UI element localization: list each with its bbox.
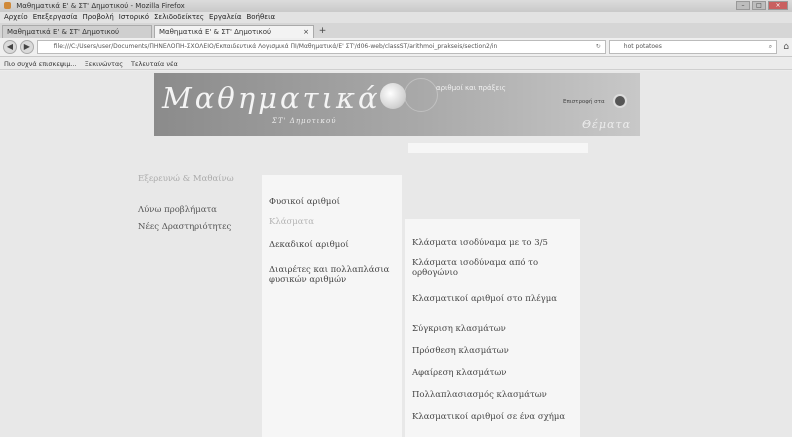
top-strip bbox=[408, 143, 588, 153]
bookmark-latest-news[interactable]: Τελευταία νέα bbox=[131, 58, 178, 69]
fraction-link-grid[interactable]: Κλασματικοί αριθμοί στο πλέγμα bbox=[412, 294, 582, 304]
maximize-icon[interactable]: □ bbox=[752, 1, 766, 10]
close-icon[interactable]: × bbox=[768, 1, 788, 10]
return-label[interactable]: Επιστροφή στα bbox=[563, 99, 605, 105]
mid-nav-decimals[interactable]: Δεκαδικοί αριθμοί bbox=[269, 240, 401, 250]
menu-history[interactable]: Ιστορικό bbox=[119, 12, 149, 23]
home-icon[interactable]: ⌂ bbox=[780, 41, 792, 53]
decorative-ring bbox=[404, 78, 438, 112]
browser-window: Μαθηματικά Ε' & ΣΤ' Δημοτικού - Mozilla … bbox=[0, 0, 792, 437]
search-icon[interactable]: ⌕ bbox=[769, 41, 772, 53]
mid-nav-fractions[interactable]: Κλάσματα bbox=[269, 217, 401, 227]
forward-button[interactable]: ▶ bbox=[19, 40, 34, 54]
fraction-link-compare[interactable]: Σύγκριση κλασμάτων bbox=[412, 324, 582, 334]
menu-bookmarks[interactable]: Σελιδοδείκτες bbox=[154, 12, 204, 23]
menu-bar: Αρχείο Επεξεργασία Προβολή Ιστορικό Σελι… bbox=[0, 12, 792, 23]
menu-tools[interactable]: Εργαλεία bbox=[209, 12, 242, 23]
firefox-icon bbox=[4, 2, 11, 9]
navigation-bar: ◀ ▶ file:///C:/Users/user/Documents/ΠΗΝΕ… bbox=[0, 38, 792, 57]
tab-close-icon[interactable]: × bbox=[303, 26, 309, 38]
fraction-link-shape[interactable]: Κλασματικοί αριθμοί σε ένα σχήμα bbox=[412, 412, 582, 422]
middle-column bbox=[262, 175, 402, 437]
title-bar: Μαθηματικά Ε' & ΣΤ' Δημοτικού - Mozilla … bbox=[0, 0, 792, 12]
tab-label: Μαθηματικά Ε' & ΣΤ' Δημοτικού bbox=[7, 28, 120, 36]
tab-bar: Μαθηματικά Ε' & ΣΤ' Δημοτικού Μαθηματικά… bbox=[0, 23, 792, 38]
mid-nav-natural[interactable]: Φυσικοί αριθμοί bbox=[269, 197, 401, 207]
fraction-link-rectangle[interactable]: Κλάσματα ισοδύναμα από το ορθογώνιο bbox=[412, 258, 582, 278]
search-input[interactable]: hot potatoes ⌕ bbox=[608, 40, 778, 54]
minimize-icon[interactable]: – bbox=[736, 1, 750, 10]
fraction-link-subtraction[interactable]: Αφαίρεση κλασμάτων bbox=[412, 368, 582, 378]
left-nav-activities[interactable]: Νέες Δραστηριότητες bbox=[138, 222, 238, 233]
decorative-orb bbox=[380, 83, 406, 109]
fraction-link-equivalent-3-5[interactable]: Κλάσματα ισοδύναμα με το 3/5 bbox=[412, 238, 582, 248]
new-tab-button[interactable]: + bbox=[316, 26, 329, 38]
reload-icon[interactable]: ↻ bbox=[596, 41, 601, 53]
site-subtitle: ΣΤ' Δημοτικού bbox=[272, 117, 337, 125]
bookmark-getting-started[interactable]: Ξεκινώντας bbox=[85, 58, 123, 69]
menu-view[interactable]: Προβολή bbox=[82, 12, 113, 23]
fraction-link-addition[interactable]: Πρόσθεση κλασμάτων bbox=[412, 346, 582, 356]
bookmark-most-visited[interactable]: Πιο συχνά επισκεψιμ... bbox=[4, 58, 77, 69]
url-text: file:///C:/Users/user/Documents/ΠΗΝΕΛΟΠΗ… bbox=[53, 43, 498, 50]
tab-1[interactable]: Μαθηματικά Ε' & ΣΤ' Δημοτικού bbox=[2, 25, 152, 38]
tab-2-active[interactable]: Μαθηματικά Ε' & ΣΤ' Δημοτικού × bbox=[154, 25, 314, 38]
window-title: Μαθηματικά Ε' & ΣΤ' Δημοτικού - Mozilla … bbox=[16, 2, 185, 10]
bookmarks-bar: Πιο συχνά επισκεψιμ... Ξεκινώντας Τελευτ… bbox=[0, 58, 792, 70]
tab-label: Μαθηματικά Ε' & ΣΤ' Δημοτικού bbox=[159, 28, 272, 36]
themes-emblem-icon[interactable] bbox=[613, 94, 627, 108]
window-controls: – □ × bbox=[736, 1, 788, 10]
back-button[interactable]: ◀ bbox=[3, 40, 17, 54]
menu-help[interactable]: Βοήθεια bbox=[247, 12, 276, 23]
url-bar[interactable]: file:///C:/Users/user/Documents/ΠΗΝΕΛΟΠΗ… bbox=[36, 40, 606, 54]
menu-file[interactable]: Αρχείο bbox=[4, 12, 28, 23]
mid-nav-divisors[interactable]: Διαιρέτες και πολλαπλάσια φυσικών αριθμώ… bbox=[269, 265, 401, 285]
left-nav-problems[interactable]: Λύνω προβλήματα bbox=[138, 205, 253, 216]
section-caption: αριθμοί και πράξεις bbox=[436, 84, 506, 92]
themes-link[interactable]: Θέματα bbox=[582, 118, 631, 131]
header-banner: Μαθηματικά ΣΤ' Δημοτικού αριθμοί και πρά… bbox=[154, 73, 640, 136]
left-nav-explore[interactable]: Εξερευνώ & Μαθαίνω bbox=[138, 174, 238, 185]
search-value: hot potatoes bbox=[623, 43, 662, 50]
fraction-link-multiplication[interactable]: Πολλαπλασιασμός κλασμάτων bbox=[412, 390, 582, 400]
site-title: Μαθηματικά bbox=[162, 81, 381, 115]
menu-edit[interactable]: Επεξεργασία bbox=[33, 12, 78, 23]
